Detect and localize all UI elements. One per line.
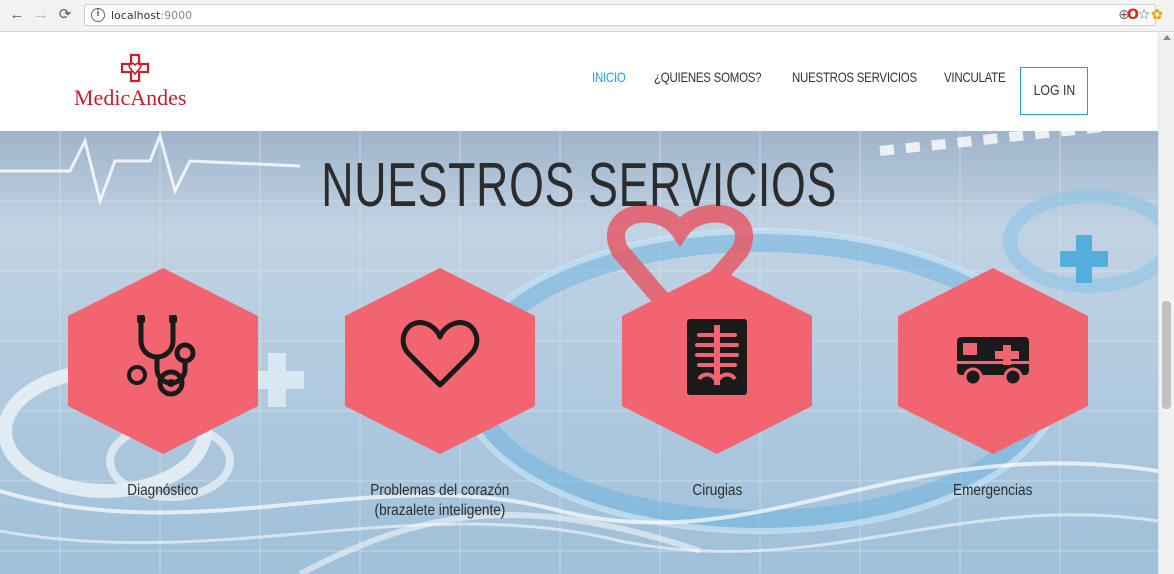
- nav-vinculate[interactable]: VINCULATE: [944, 69, 1006, 85]
- opera-extension-icon[interactable]: O: [1124, 6, 1142, 24]
- ambulance-icon: [957, 337, 1029, 387]
- site-header: MedicAndes INICIO ¿QUIENES SOMOS? NUESTR…: [0, 33, 1158, 131]
- service-diagnostico[interactable]: [68, 266, 258, 456]
- extension-icon[interactable]: ✿: [1148, 6, 1166, 24]
- service-cirugias[interactable]: [622, 266, 812, 456]
- service-label-diagnostico: Diagnóstico: [127, 482, 199, 499]
- login-button[interactable]: LOG IN: [1020, 67, 1088, 115]
- medical-cross-logo-icon: [120, 53, 150, 83]
- site-logo[interactable]: MedicAndes: [74, 53, 204, 113]
- nav-nuestros-servicios[interactable]: NUESTROS SERVICIOS: [792, 69, 917, 85]
- forward-arrow-icon[interactable]: →: [32, 6, 50, 24]
- services-hero: NUESTROS SERVICIOS Diagnóstico Problemas…: [0, 131, 1158, 574]
- heart-icon: [400, 320, 480, 388]
- page-scrollbar[interactable]: [1158, 33, 1174, 574]
- url-text: localhost:9000: [111, 9, 193, 22]
- reload-icon[interactable]: ⟳: [56, 6, 74, 24]
- address-bar[interactable]: i localhost:9000 ⊕ ☆: [84, 4, 1156, 26]
- service-emergencias[interactable]: [898, 266, 1088, 456]
- site-info-icon[interactable]: i: [91, 8, 105, 22]
- logo-text: MedicAndes: [74, 85, 187, 110]
- page-title: NUESTROS SERVICIOS: [321, 151, 837, 220]
- xray-icon: [687, 319, 747, 395]
- stethoscope-icon: [127, 315, 196, 397]
- back-arrow-icon[interactable]: ←: [8, 6, 26, 24]
- nav-inicio[interactable]: INICIO: [592, 69, 626, 85]
- service-label-cirugias: Cirugias: [692, 482, 742, 499]
- browser-toolbar: ← → ⟳ i localhost:9000 ⊕ ☆ O ✿: [0, 0, 1174, 32]
- nav-quienes-somos[interactable]: ¿QUIENES SOMOS?: [654, 69, 762, 85]
- service-problemas-corazon[interactable]: [345, 266, 535, 456]
- scrollbar-thumb[interactable]: [1162, 301, 1171, 409]
- scroll-up-arrow-icon[interactable]: [1163, 35, 1171, 40]
- service-label-emergencias: Emergencias: [953, 482, 1033, 499]
- service-label-problemas-corazon: Problemas del corazón (brazalete intelige…: [370, 482, 510, 519]
